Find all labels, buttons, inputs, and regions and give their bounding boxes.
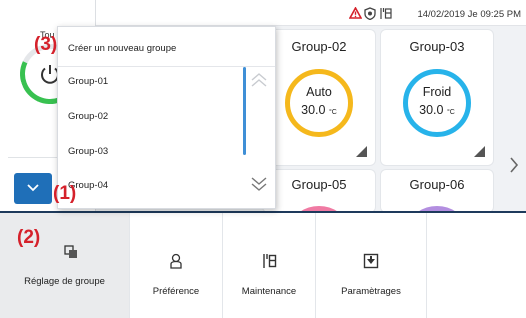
bottom-toolbar: Réglage de groupe Préférence Maintenance… [0, 211, 526, 318]
annotation-1: (1) [53, 183, 77, 204]
maintenance-icon[interactable] [379, 7, 392, 20]
group-mode: Froid [422, 85, 452, 99]
group-dropdown: Créer un nouveau groupe Group-01 Group-0… [57, 26, 276, 209]
group-temperature: 30.0 °C [381, 103, 493, 117]
group-name: Group-02 [291, 39, 347, 54]
maintenance-icon [263, 254, 277, 268]
expand-corner-icon[interactable] [474, 146, 485, 157]
temperature-value: 30.0 [419, 103, 444, 117]
group-tile[interactable]: Group-02 Auto 30.0 °C [263, 30, 375, 165]
collapse-button[interactable] [14, 173, 52, 204]
group-tile[interactable]: Group-03 Froid 30.0 °C [381, 30, 493, 165]
toolbar-label: Maintenance [241, 286, 297, 297]
group-settings-icon [64, 245, 77, 258]
temperature-unit: °C [328, 109, 337, 116]
group-tile[interactable]: Group-06 [381, 170, 493, 212]
toolbar-label: Préférence [152, 286, 200, 297]
expand-corner-icon[interactable] [356, 146, 367, 157]
group-name: Group-06 [409, 177, 465, 192]
dropdown-item-group-01[interactable]: Group-01 [68, 76, 108, 87]
annotation-2: (2) [17, 227, 41, 248]
chevron-double-down-icon[interactable] [250, 177, 268, 191]
create-group-item[interactable]: Créer un nouveau groupe [68, 43, 176, 54]
warning-icon[interactable] [349, 7, 362, 19]
scrollbar[interactable] [243, 67, 246, 155]
temperature-value: 30.0 [301, 103, 326, 117]
chevron-down-icon [27, 184, 39, 192]
datetime: 14/02/2019 Je 09:25 PM [417, 9, 521, 20]
temperature-unit: °C [446, 109, 455, 116]
group-tile[interactable]: Group-05 [263, 170, 375, 212]
chevron-right-icon[interactable] [508, 156, 520, 174]
settings-button[interactable]: Paramètrages [316, 213, 427, 318]
group-mode: Auto [306, 85, 332, 99]
dropdown-item-group-03[interactable]: Group-03 [68, 146, 108, 157]
dropdown-item-group-02[interactable]: Group-02 [68, 111, 108, 122]
preference-button[interactable]: Préférence [130, 213, 223, 318]
maintenance-button[interactable]: Maintenance [223, 213, 316, 318]
toolbar-label: Réglage de groupe [24, 276, 105, 287]
shield-icon[interactable] [364, 7, 376, 20]
group-temperature: 30.0 °C [263, 103, 375, 117]
preference-icon [170, 253, 182, 269]
group-name: Group-03 [409, 39, 465, 54]
group-name: Group-05 [291, 177, 347, 192]
settings-download-icon [363, 253, 379, 269]
toolbar-label: Paramètrages [341, 286, 401, 297]
annotation-3: (3) [34, 34, 58, 55]
chevron-up-icon[interactable] [250, 73, 268, 87]
